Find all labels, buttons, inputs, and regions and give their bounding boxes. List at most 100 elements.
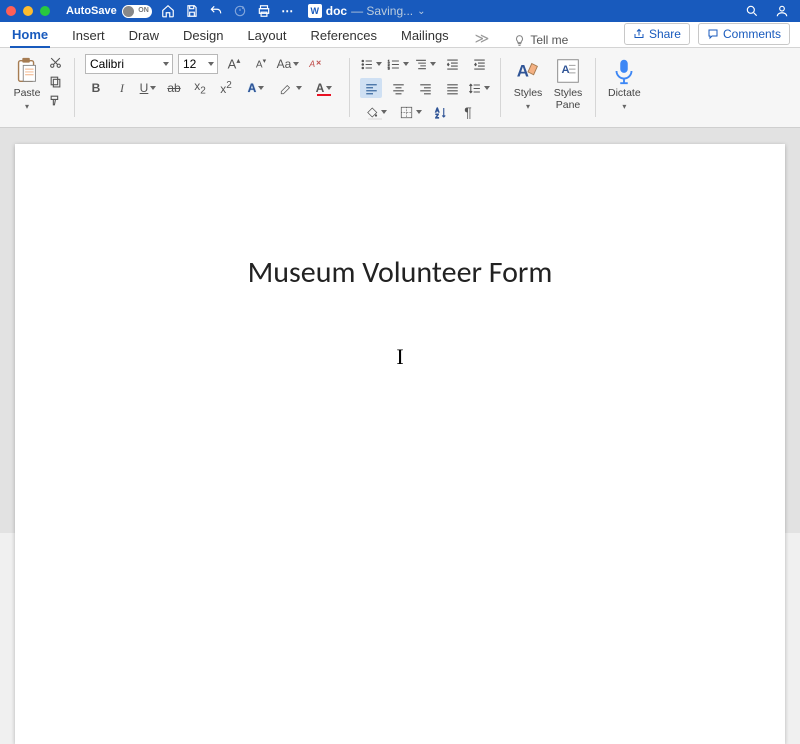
home-icon[interactable] (160, 3, 176, 19)
tab-mailings[interactable]: Mailings (399, 23, 451, 47)
styles-icon: A (513, 56, 543, 86)
styles-group: A Styles ▾ A Styles Pane (505, 52, 591, 127)
font-color-icon: A (316, 81, 325, 95)
decrease-indent-button[interactable] (441, 54, 463, 74)
word-doc-icon: W (308, 4, 322, 18)
change-case-icon: Aa (277, 57, 292, 71)
minimize-window-button[interactable] (23, 6, 33, 16)
tabs-overflow-icon[interactable]: ≫ (471, 30, 494, 47)
paste-button[interactable]: Paste ▾ (10, 54, 44, 113)
redo-icon[interactable] (232, 3, 248, 19)
chevron-down-icon[interactable]: ⌄ (417, 6, 425, 17)
ribbon: Paste ▾ A▴ A▾ Aa (0, 48, 800, 128)
text-effects-icon: A (248, 81, 257, 95)
account-icon[interactable] (774, 3, 790, 19)
share-label: Share (649, 27, 681, 41)
tab-layout[interactable]: Layout (245, 23, 288, 47)
text-cursor-icon: I (396, 344, 403, 370)
microphone-icon (609, 56, 639, 86)
font-color-button[interactable]: A (309, 78, 339, 98)
line-spacing-icon (468, 81, 482, 96)
document-status: — Saving... (351, 4, 413, 18)
comment-icon (707, 28, 719, 40)
undo-icon[interactable] (208, 3, 224, 19)
document-page[interactable]: Museum Volunteer Form I (15, 144, 785, 744)
toggle-on-label: ON (138, 7, 149, 14)
strikethrough-button[interactable]: ab (163, 78, 185, 98)
superscript-icon: x2 (220, 80, 232, 96)
borders-button[interactable] (395, 102, 425, 122)
increase-indent-button[interactable] (468, 54, 490, 74)
shading-button[interactable] (360, 102, 390, 122)
print-icon[interactable] (256, 3, 272, 19)
tab-draw[interactable]: Draw (127, 23, 161, 47)
decrease-font-icon: A▾ (256, 57, 266, 70)
copy-button[interactable] (46, 73, 64, 89)
styles-button[interactable]: A Styles ▾ (511, 54, 545, 113)
clear-formatting-button[interactable]: A (304, 54, 326, 74)
change-case-button[interactable]: Aa (277, 54, 299, 74)
underline-button[interactable]: U (137, 78, 159, 98)
bulb-icon (513, 34, 526, 47)
copy-icon (49, 75, 62, 88)
styles-pane-icon: A (553, 56, 583, 86)
font-size-select[interactable] (178, 54, 218, 74)
align-right-button[interactable] (414, 78, 436, 98)
maximize-window-button[interactable] (40, 6, 50, 16)
justify-button[interactable] (441, 78, 463, 98)
styles-pane-button[interactable]: A Styles Pane (551, 54, 585, 113)
chevron-down-icon: ▾ (622, 102, 626, 111)
italic-button[interactable]: I (111, 78, 133, 98)
share-button[interactable]: Share (624, 23, 690, 45)
multilevel-list-button[interactable] (414, 54, 436, 74)
tab-design[interactable]: Design (181, 23, 225, 47)
close-window-button[interactable] (6, 6, 16, 16)
increase-font-button[interactable]: A▴ (223, 54, 245, 74)
bold-button[interactable]: B (85, 78, 107, 98)
tab-insert[interactable]: Insert (70, 23, 107, 47)
subscript-icon: x2 (194, 79, 206, 96)
workspace: Museum Volunteer Form I (0, 128, 800, 533)
subscript-button[interactable]: x2 (189, 78, 211, 98)
borders-icon (399, 105, 414, 120)
font-name-select[interactable] (85, 54, 173, 74)
tab-references[interactable]: References (309, 23, 379, 47)
decrease-font-button[interactable]: A▾ (250, 54, 272, 74)
document-name: doc (326, 4, 347, 18)
comments-button[interactable]: Comments (698, 23, 790, 45)
justify-icon (445, 81, 460, 96)
cut-button[interactable] (46, 54, 64, 70)
autosave-control[interactable]: AutoSave ON (66, 5, 152, 18)
align-center-button[interactable] (387, 78, 409, 98)
tell-me-search[interactable]: Tell me (513, 33, 568, 47)
dictate-button[interactable]: Dictate ▾ (606, 54, 643, 113)
paragraph-group: 123 AZ ¶ (354, 52, 496, 127)
text-effects-button[interactable]: A (241, 78, 271, 98)
svg-text:3: 3 (388, 66, 390, 70)
more-icon[interactable]: ⋯ (280, 3, 296, 19)
align-left-button[interactable] (360, 78, 382, 98)
bullets-button[interactable] (360, 54, 382, 74)
clear-format-icon: A (308, 57, 323, 72)
search-icon[interactable] (744, 3, 760, 19)
tab-home[interactable]: Home (10, 22, 50, 48)
document-heading[interactable]: Museum Volunteer Form (93, 254, 707, 291)
outdent-icon (445, 57, 460, 72)
document-title[interactable]: W doc — Saving... ⌄ (308, 4, 426, 18)
pilcrow-icon: ¶ (464, 104, 472, 120)
format-painter-button[interactable] (46, 92, 64, 108)
paintbrush-icon (49, 94, 62, 107)
align-center-icon (391, 81, 406, 96)
show-marks-button[interactable]: ¶ (457, 102, 479, 122)
svg-text:A: A (561, 64, 569, 76)
line-spacing-button[interactable] (468, 78, 490, 98)
sort-button[interactable]: AZ (430, 102, 452, 122)
svg-text:Z: Z (435, 113, 439, 119)
autosave-toggle[interactable]: ON (122, 5, 152, 18)
superscript-button[interactable]: x2 (215, 78, 237, 98)
highlight-button[interactable] (275, 78, 305, 98)
svg-text:A: A (517, 62, 529, 81)
italic-icon: I (120, 81, 124, 96)
save-icon[interactable] (184, 3, 200, 19)
numbering-button[interactable]: 123 (387, 54, 409, 74)
